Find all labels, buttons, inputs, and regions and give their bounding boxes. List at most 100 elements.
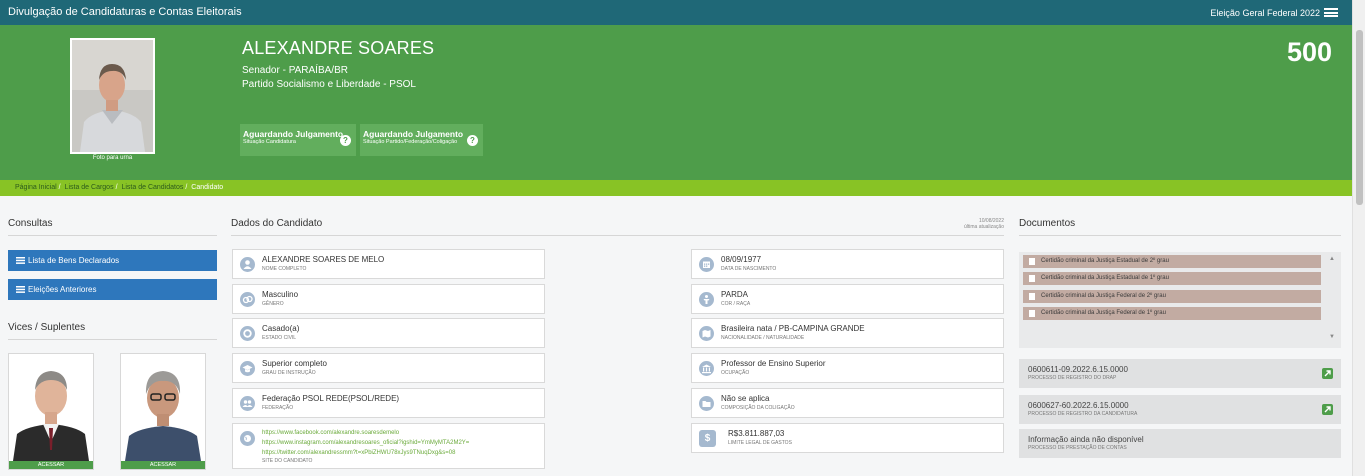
help-icon[interactable]: ? <box>467 135 478 146</box>
certidao-item[interactable]: Certidão criminal da Justiça Federal de … <box>1023 290 1321 303</box>
certidao-label: Certidão criminal da Justiça Federal de … <box>1041 293 1166 299</box>
document-icon <box>1029 275 1035 282</box>
card-label: SITE DO CANDIDATO <box>262 458 313 464</box>
card-value: Federação PSOL REDE(PSOL/REDE) <box>262 394 400 403</box>
status-candidatura[interactable]: Aguardando Julgamento Situação Candidatu… <box>240 124 356 156</box>
card-value: Não se aplica <box>721 394 770 403</box>
vices-heading: Vices / Suplentes <box>8 322 217 340</box>
card-value: Professor de Ensino Superior <box>721 359 826 368</box>
processo-label: PROCESSO DE REGISTRO DA CANDIDATURA <box>1028 411 1138 417</box>
site-links: https://www.facebook.com/alexandre.soare… <box>262 428 469 465</box>
certidao-item[interactable]: Certidão criminal da Justiça Federal de … <box>1023 307 1321 320</box>
status-title: Aguardando Julgamento <box>243 129 344 139</box>
scroll-down-icon[interactable]: ▼ <box>1329 334 1335 340</box>
card-genero: Masculino GÊNERO <box>232 284 545 314</box>
candidate-name: ALEXANDRE SOARES <box>242 38 435 58</box>
twitter-link[interactable]: https://twitter.com/alexandressmm?t=xPbi… <box>262 448 469 458</box>
card-label: LIMITE LEGAL DE GASTOS <box>728 440 792 446</box>
breadcrumb: Página Inicial / Lista de Cargos / Lista d… <box>0 180 1352 196</box>
status-subtitle: Situação Partido/Federação/Coligação <box>363 139 458 145</box>
card-composicao: Não se aplica COMPOSIÇÃO DA COLIGAÇÃO <box>691 388 1004 418</box>
external-link-icon[interactable] <box>1322 368 1333 379</box>
card-value: Casado(a) <box>262 324 300 333</box>
document-icon <box>1029 310 1035 317</box>
instagram-link[interactable]: https://www.instagram.com/alexandresoare… <box>262 438 469 448</box>
eleicoes-anteriores-button[interactable]: Eleições Anteriores <box>8 279 217 300</box>
external-link-icon[interactable] <box>1322 404 1333 415</box>
hamburger-menu-icon[interactable] <box>1324 8 1338 17</box>
status-subtitle: Situação Candidatura <box>243 139 296 145</box>
document-icon <box>1029 293 1035 300</box>
card-cor-raca: PARDA COR / RAÇA <box>691 284 1004 314</box>
consultas-heading: Consultas <box>8 218 217 236</box>
lista-bens-button[interactable]: Lista de Bens Declarados <box>8 250 217 271</box>
dados-heading-text: Dados do Candidato <box>231 218 323 229</box>
status-partido[interactable]: Aguardando Julgamento Situação Partido/F… <box>360 124 483 156</box>
document-icon <box>1029 258 1035 265</box>
scroll-up-icon[interactable]: ▲ <box>1329 256 1335 262</box>
person-icon <box>240 257 255 272</box>
top-bar: Divulgação de Candidaturas e Contas Elei… <box>0 0 1352 25</box>
person-silhouette-icon <box>699 292 714 307</box>
vice-photo-2 <box>121 354 205 461</box>
breadcrumb-home[interactable]: Página Inicial <box>15 184 57 191</box>
list-icon <box>16 286 25 293</box>
folder-icon <box>699 396 714 411</box>
breadcrumb-current: Candidato <box>191 184 224 191</box>
help-icon[interactable]: ? <box>340 135 351 146</box>
vice-photo-1 <box>9 354 93 461</box>
processo-value: Informação ainda não disponível <box>1028 435 1144 444</box>
ring-icon <box>240 326 255 341</box>
page-scrollbar[interactable] <box>1352 0 1365 476</box>
processo-value: 0600611-09.2022.6.15.0000 <box>1028 365 1128 374</box>
dados-heading: Dados do Candidato 10/08/2022 última atu… <box>231 218 1004 236</box>
vice-card-2[interactable]: ACESSAR <box>120 353 206 470</box>
candidate-role: Senador - PARAÍBA/BR <box>242 65 348 76</box>
card-label: OCUPAÇÃO <box>721 370 750 376</box>
facebook-link[interactable]: https://www.facebook.com/alexandre.soare… <box>262 428 469 438</box>
card-label: DATA DE NASCIMENTO <box>721 266 777 272</box>
vice-card-1[interactable]: ACESSAR <box>8 353 94 470</box>
card-sites: https://www.facebook.com/alexandre.soare… <box>232 423 545 469</box>
site-title[interactable]: Divulgação de Candidaturas e Contas Elei… <box>8 6 242 18</box>
card-estado-civil: Casado(a) ESTADO CIVIL <box>232 318 545 348</box>
certidoes-list[interactable]: Certidão criminal da Justiça Estadual de… <box>1019 252 1341 348</box>
certidao-item[interactable]: Certidão criminal da Justiça Estadual de… <box>1023 272 1321 285</box>
card-federacao: Federação PSOL REDE(PSOL/REDE) FEDERAÇÃO <box>232 388 545 418</box>
candidate-header: Foto para urna ALEXANDRE SOARES Senador … <box>0 25 1352 180</box>
card-nome: ALEXANDRE SOARES DE MELO NOME COMPLETO <box>232 249 545 279</box>
scrollbar-thumb[interactable] <box>1356 30 1363 205</box>
card-value: ALEXANDRE SOARES DE MELO <box>262 255 385 264</box>
processo-value: 0600627-60.2022.6.15.0000 <box>1028 401 1129 410</box>
certidao-item[interactable]: Certidão criminal da Justiça Estadual de… <box>1023 255 1321 268</box>
breadcrumb-cargos[interactable]: Lista de Cargos <box>65 184 114 191</box>
calendar-icon <box>699 257 714 272</box>
card-label: GÊNERO <box>262 301 284 307</box>
candidate-photo <box>70 38 155 154</box>
card-value: 08/09/1977 <box>721 255 762 264</box>
certidao-label: Certidão criminal da Justiça Federal de … <box>1041 310 1166 316</box>
acessar-button[interactable]: ACESSAR <box>9 461 93 469</box>
acessar-button[interactable]: ACESSAR <box>121 461 205 469</box>
last-updated: 10/08/2022 última atualização <box>964 218 1004 230</box>
card-label: NACIONALIDADE / NATURALIDADE <box>721 335 805 341</box>
status-title: Aguardando Julgamento <box>363 129 464 139</box>
processo-label: PROCESSO DE REGISTRO DO DRAP <box>1028 375 1117 381</box>
certidao-label: Certidão criminal da Justiça Estadual de… <box>1041 258 1169 264</box>
card-value: Superior completo <box>262 359 327 368</box>
globe-icon <box>240 431 255 446</box>
dollar-icon: $ <box>699 430 716 447</box>
card-nacionalidade: Brasileira nata / PB-CAMPINA GRANDE NACI… <box>691 318 1004 348</box>
card-label: ESTADO CIVIL <box>262 335 297 341</box>
card-value: Brasileira nata / PB-CAMPINA GRANDE <box>721 324 865 333</box>
card-value: Masculino <box>262 290 299 299</box>
processo-candidatura: 0600627-60.2022.6.15.0000 PROCESSO DE RE… <box>1019 395 1341 424</box>
breadcrumb-candidatos[interactable]: Lista de Candidatos <box>121 184 183 191</box>
card-label: FEDERAÇÃO <box>262 405 294 411</box>
graduation-cap-icon <box>240 361 255 376</box>
card-nascimento: 08/09/1977 DATA DE NASCIMENTO <box>691 249 1004 279</box>
candidate-party: Partido Socialismo e Liberdade - PSOL <box>242 79 416 90</box>
bank-icon <box>699 361 714 376</box>
button-label: Lista de Bens Declarados <box>28 256 120 265</box>
gender-icon <box>240 292 255 307</box>
